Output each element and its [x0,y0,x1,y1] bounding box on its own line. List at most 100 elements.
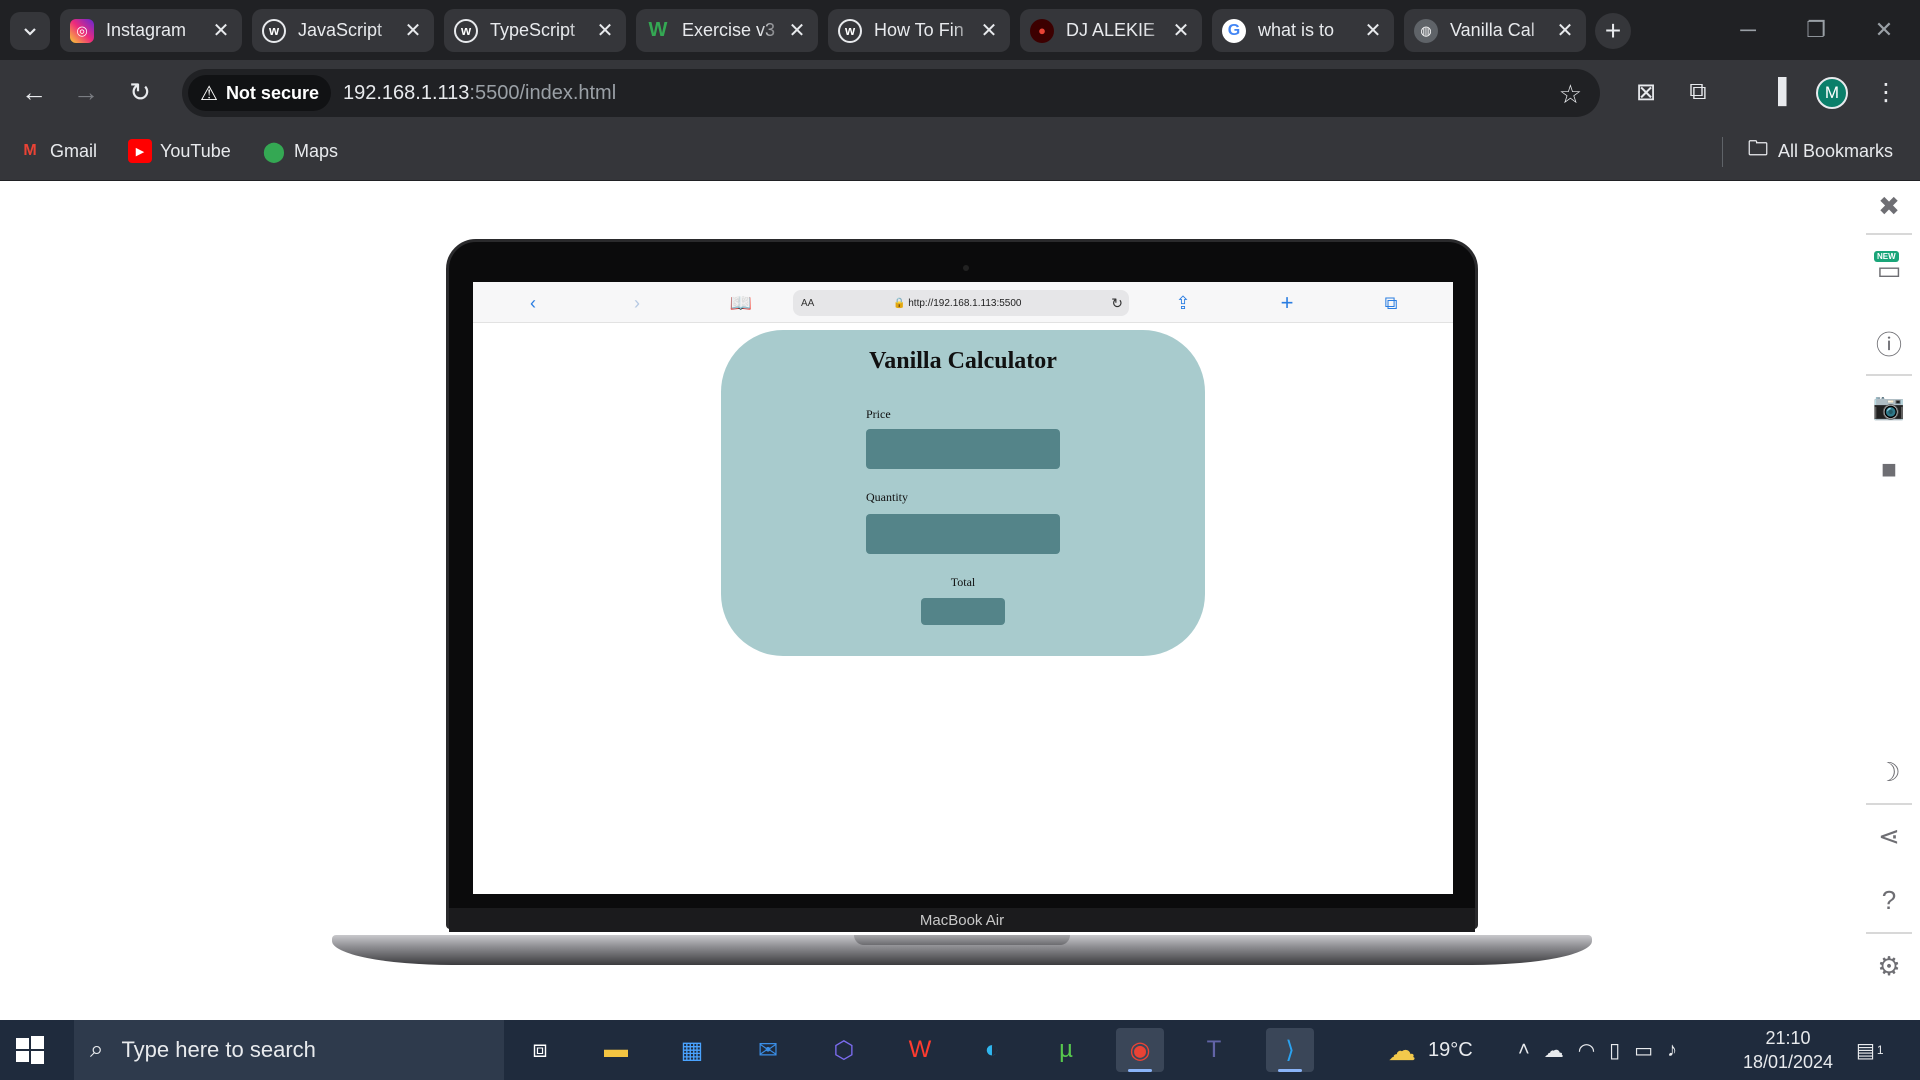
restore-button[interactable]: ❐ [1782,0,1850,60]
bookmark-youtube[interactable]: ▶ YouTube [128,139,231,163]
vscode-icon[interactable]: ⟩ [1266,1028,1314,1072]
video-camera-icon[interactable]: ■ [1874,454,1904,484]
folder-icon: 🗀 [1748,138,1768,160]
reload-icon: ↻ [129,76,151,107]
reader-aa[interactable]: AA [801,298,814,309]
share-icon[interactable]: ⇪ [1171,291,1195,315]
taskbar-clock[interactable]: 21:10 18/01/2024 [1728,1026,1848,1074]
mail-icon[interactable]: ✉ [744,1028,792,1072]
total-output [921,598,1005,625]
bookmark-gmail[interactable]: M Gmail [18,139,97,163]
tab-google-search[interactable]: G what is to ✕ [1212,9,1394,52]
copilot-icon[interactable]: ⬡ [820,1028,868,1072]
quantity-label: Quantity [866,490,908,504]
task-view-icon[interactable]: ⧈ [516,1028,564,1072]
devices-icon[interactable]: NEW ▭ [1874,251,1904,285]
help-icon[interactable]: ? [1874,885,1904,915]
quantity-input[interactable] [866,514,1060,554]
plus-icon[interactable]: + [1275,290,1299,315]
extension-x-icon[interactable]: ⊠ [1626,72,1666,112]
close-icon[interactable]: ✕ [1170,20,1192,42]
new-tab-button[interactable]: + [1595,13,1631,49]
chevron-left-icon[interactable]: ‹ [521,291,545,315]
tabs-icon[interactable]: ⧉ [1379,291,1403,315]
close-icon[interactable]: ✕ [210,20,232,42]
wps-office-icon[interactable]: W [896,1028,944,1072]
security-chip[interactable]: ⚠ Not secure [188,75,331,111]
weather-widget[interactable]: ☁ 19°C [1388,1020,1473,1080]
tab-search-button[interactable] [10,12,50,50]
reload-icon[interactable]: ↻ [1111,295,1123,312]
tab-vanilla-calculator[interactable]: ◍ Vanilla Cal ✕ [1404,9,1586,52]
safari-address-bar[interactable]: AA 🔒 http://192.168.1.113:5500 ↻ [793,290,1129,316]
camera-icon[interactable]: 📷 [1873,391,1905,421]
teams-icon[interactable]: T [1190,1028,1238,1072]
close-icon[interactable]: ✕ [786,20,808,42]
kebab-menu-icon[interactable]: ⋮ [1866,72,1906,112]
close-window-button[interactable]: ✕ [1850,0,1918,60]
microsoft-store-icon[interactable]: ▦ [668,1028,716,1072]
share-icon[interactable]: ⋖ [1874,821,1904,851]
tab-instagram[interactable]: ◎ Instagram ✕ [60,9,242,52]
total-label: Total [950,575,976,589]
close-icon[interactable]: ✕ [978,20,1000,42]
search-placeholder: Type here to search [121,1037,316,1062]
side-panel-icon[interactable]: ▐ [1758,72,1798,112]
notification-center[interactable]: ▤ 1 [1856,1020,1884,1080]
close-icon[interactable]: ✕ [594,20,616,42]
battery-icon[interactable]: ▭ [1634,1038,1653,1063]
close-circle-icon[interactable]: ✖ [1874,191,1904,221]
tab-title: Vanilla Cal [1450,20,1535,40]
gear-icon[interactable]: ⚙ [1874,951,1904,981]
info-icon[interactable]: ⓘ [1874,328,1904,360]
all-bookmarks[interactable]: 🗀 All Bookmarks [1746,138,1893,163]
reload-button[interactable]: ↻ [120,72,160,112]
edge-icon[interactable]: ◐ [968,1028,1016,1072]
book-icon[interactable]: 📖 [729,291,753,315]
forward-button[interactable]: → [66,72,106,112]
gmail-icon: M [23,142,37,159]
calculator-card: Vanilla Calculator Price Quantity Total [721,330,1205,656]
warning-icon: ⚠ [200,82,218,105]
device-base [332,935,1592,965]
volume-icon[interactable]: ♪ [1667,1039,1677,1062]
webflow-icon: w [454,18,478,43]
chrome-icon[interactable]: ◉ [1116,1028,1164,1072]
close-icon[interactable]: ✕ [1362,20,1384,42]
windows-start-icon[interactable] [14,1034,46,1066]
tab-javascript[interactable]: w JavaScript ✕ [252,9,434,52]
back-button[interactable]: ← [14,72,54,112]
system-tray: ˄ ☁ ◠ ▯ ▭ ♪ [1518,1020,1677,1080]
wifi-icon[interactable]: ◠ [1578,1038,1595,1063]
price-input[interactable] [866,429,1060,469]
tab-how-to[interactable]: w How To Fin ✕ [828,9,1010,52]
file-explorer-icon[interactable]: ▬ [592,1028,640,1072]
chevron-up-icon[interactable]: ˄ [1518,1039,1530,1062]
running-indicator [1278,1069,1302,1072]
webflow-icon: w [838,18,862,43]
bookmark-maps[interactable]: ⬤ Maps [262,139,338,163]
tab-dj-alekie[interactable]: ● DJ ALEKIE ✕ [1020,9,1202,52]
onedrive-icon[interactable]: ☁ [1544,1038,1564,1063]
google-icon: G [1222,18,1246,43]
bookmark-star-icon[interactable]: ☆ [1559,79,1582,110]
avatar[interactable]: M [1816,77,1848,109]
chevron-right-icon[interactable]: › [625,291,649,315]
url-text[interactable]: 192.168.1.113:5500/index.html [343,82,616,105]
w-logo-icon: W [648,19,668,41]
device-frame: ‹ › 📖 AA 🔒 http://192.168.1.113:5500 ↻ ⇪… [446,239,1478,929]
tab-typescript[interactable]: w TypeScript ✕ [444,9,626,52]
taskbar-search[interactable]: ⌕ Type here to search [74,1020,504,1080]
minimize-button[interactable]: ─ [1714,0,1782,60]
close-icon[interactable]: ✕ [402,20,424,42]
camera-dot [963,265,969,271]
device-icon[interactable]: ▯ [1609,1038,1620,1063]
utorrent-icon[interactable]: µ [1042,1028,1090,1072]
tab-exercise[interactable]: W Exercise v3 ✕ [636,9,818,52]
close-icon[interactable]: ✕ [1554,20,1576,42]
moon-icon[interactable]: ☽ [1874,757,1904,787]
divider [1866,803,1912,805]
address-bar[interactable]: ⚠ Not secure 192.168.1.113:5500/index.ht… [182,69,1600,117]
divider [1866,374,1912,376]
extensions-puzzle-icon[interactable]: ⧉ [1678,72,1718,112]
